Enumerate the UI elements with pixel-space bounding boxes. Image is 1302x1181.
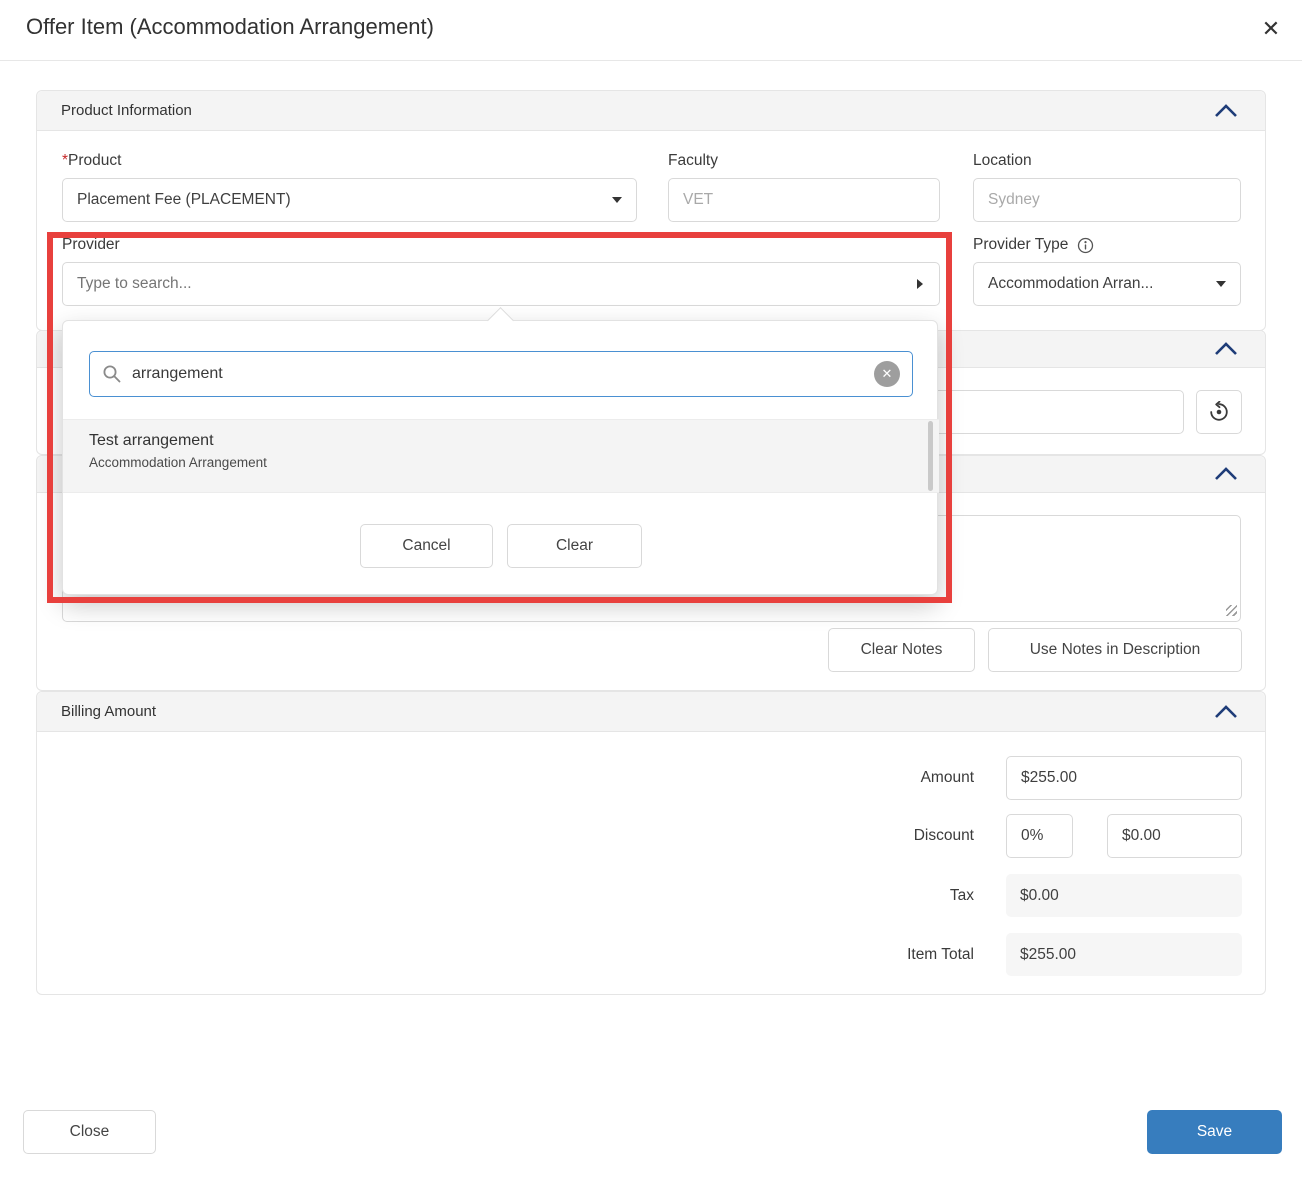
chevron-up-icon[interactable] xyxy=(1211,339,1241,359)
provider-type-label-row: Provider Type xyxy=(973,236,1094,254)
search-icon xyxy=(102,364,122,384)
provider-type-value: Accommodation Arran... xyxy=(988,275,1153,293)
faculty-input[interactable] xyxy=(668,178,940,222)
tax-value: $0.00 xyxy=(1006,874,1242,917)
discount-percent-input[interactable] xyxy=(1006,814,1073,858)
amount-input[interactable] xyxy=(1006,756,1242,800)
clear-notes-button[interactable]: Clear Notes xyxy=(828,628,975,672)
product-label: *Product xyxy=(62,152,121,170)
provider-type-select[interactable]: Accommodation Arran... xyxy=(973,262,1241,306)
provider-search-popup: ✕ Test arrangement Accommodation Arrange… xyxy=(62,320,938,595)
tax-label: Tax xyxy=(700,874,974,917)
caret-down-icon xyxy=(1216,281,1226,287)
offer-item-dialog: Offer Item (Accommodation Arrangement) ✕… xyxy=(0,0,1302,1181)
chevron-up-icon[interactable] xyxy=(1211,702,1241,722)
save-button[interactable]: Save xyxy=(1147,1110,1282,1154)
billing-amount-header[interactable]: Billing Amount xyxy=(37,692,1265,732)
product-information-title: Product Information xyxy=(61,102,192,119)
header-divider xyxy=(0,60,1302,61)
close-icon[interactable]: ✕ xyxy=(1254,12,1288,46)
product-select-value: Placement Fee (PLACEMENT) xyxy=(77,191,291,209)
provider-search-input[interactable] xyxy=(63,275,917,293)
faculty-label: Faculty xyxy=(668,152,718,170)
clear-search-icon[interactable]: ✕ xyxy=(874,361,900,387)
location-input[interactable] xyxy=(973,178,1241,222)
close-button[interactable]: Close xyxy=(23,1110,156,1154)
provider-label: Provider xyxy=(62,236,120,254)
popup-cancel-button[interactable]: Cancel xyxy=(360,524,493,568)
product-information-header[interactable]: Product Information xyxy=(37,91,1265,131)
scrollbar-thumb[interactable] xyxy=(928,421,933,491)
textarea-resize-handle[interactable] xyxy=(1226,605,1237,616)
billing-amount-title: Billing Amount xyxy=(61,703,156,720)
caret-right-icon[interactable] xyxy=(917,279,923,289)
result-title: Test arrangement xyxy=(89,432,939,450)
popup-search-box: ✕ xyxy=(89,351,913,397)
caret-down-icon xyxy=(612,197,622,203)
popup-clear-button[interactable]: Clear xyxy=(507,524,642,568)
reset-icon-button[interactable] xyxy=(1196,390,1242,434)
chevron-up-icon[interactable] xyxy=(1211,101,1241,121)
discount-amount-input[interactable] xyxy=(1107,814,1242,858)
provider-search-field[interactable] xyxy=(62,262,940,306)
popup-search-input[interactable] xyxy=(132,365,874,383)
item-total-value: $255.00 xyxy=(1006,933,1242,976)
search-result-item[interactable]: Test arrangement Accommodation Arrangeme… xyxy=(63,419,939,493)
result-subtitle: Accommodation Arrangement xyxy=(89,455,939,470)
item-total-label: Item Total xyxy=(700,933,974,976)
info-icon[interactable] xyxy=(1077,237,1094,254)
discount-label: Discount xyxy=(700,814,974,858)
chevron-up-icon[interactable] xyxy=(1211,464,1241,484)
provider-type-label: Provider Type xyxy=(973,236,1068,254)
amount-label: Amount xyxy=(700,756,974,800)
location-label: Location xyxy=(973,152,1032,170)
product-select[interactable]: Placement Fee (PLACEMENT) xyxy=(62,178,637,222)
use-notes-in-description-button[interactable]: Use Notes in Description xyxy=(988,628,1242,672)
dialog-title: Offer Item (Accommodation Arrangement) xyxy=(26,14,434,40)
history-reset-icon xyxy=(1208,401,1230,423)
